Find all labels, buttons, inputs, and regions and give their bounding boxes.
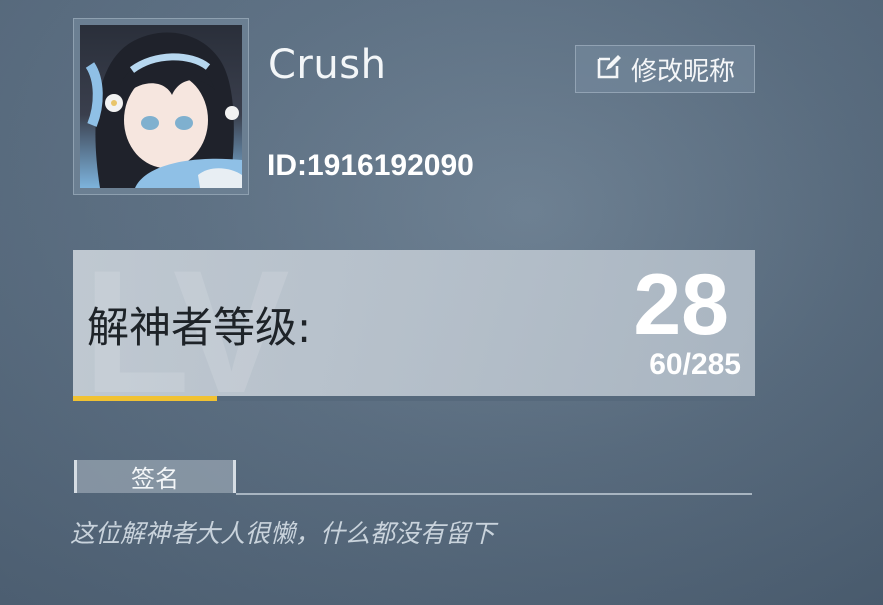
signature-divider [236,493,752,495]
nickname: Crush [268,42,387,88]
signature-tab-label: 签名 [131,465,179,493]
user-id: ID:1916192090 [267,149,474,182]
edit-icon [595,53,623,85]
level-value: 28 [633,257,729,353]
exp-progress-fill [73,396,217,401]
exp-progress-bar [73,396,755,401]
level-panel: LV 解神者等级: 28 60/285 [73,250,755,396]
avatar-image [85,32,242,188]
edit-nickname-button[interactable]: 修改昵称 [575,45,755,93]
edit-nickname-label: 修改昵称 [630,56,735,87]
avatar[interactable] [80,25,242,188]
avatar-frame[interactable] [73,18,249,195]
level-exp-text: 60/285 [649,348,741,381]
signature-text[interactable]: 这位解神者大人很懒，什么都没有留下 [70,514,495,550]
level-title: 解神者等级: [87,303,312,352]
signature-tab[interactable]: 签名 [74,460,236,493]
